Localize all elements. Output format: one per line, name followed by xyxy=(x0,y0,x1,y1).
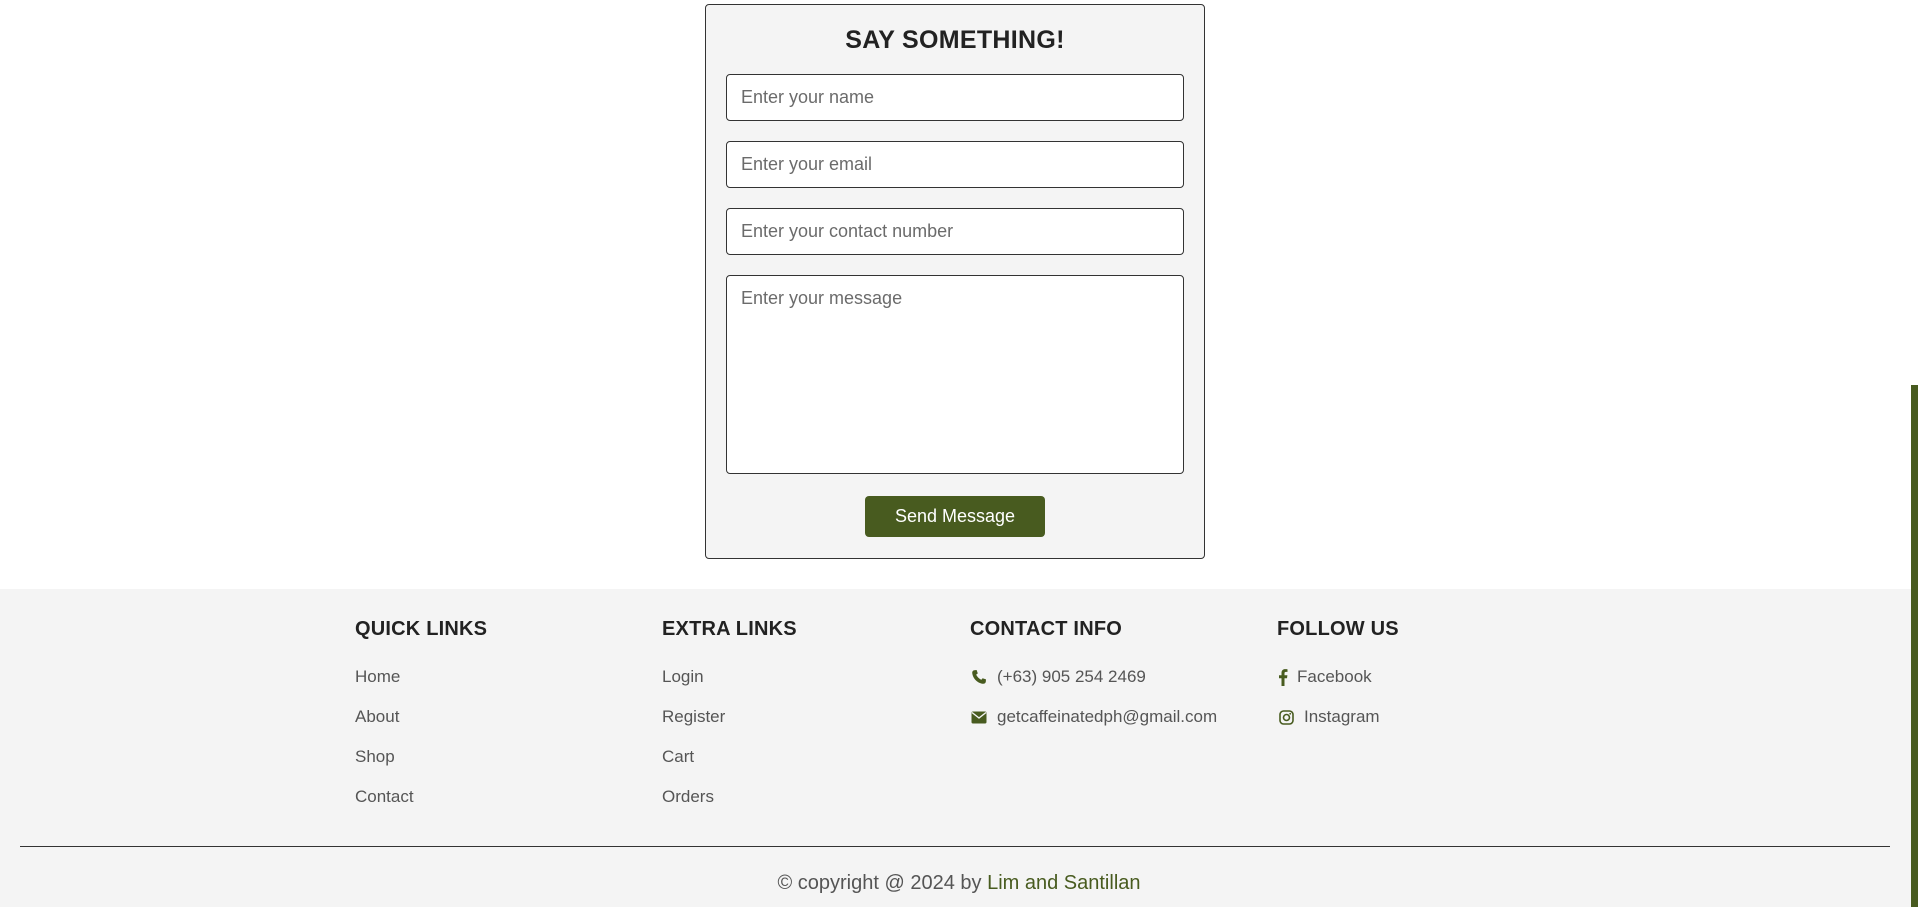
phone-icon xyxy=(970,668,988,686)
follow-us-heading: FOLLOW US xyxy=(1277,618,1399,640)
footer-link-register[interactable]: Register xyxy=(662,697,962,737)
footer-link-orders[interactable]: Orders xyxy=(662,777,962,817)
footer: QUICK LINKS Home About Shop Contact EXTR… xyxy=(0,589,1918,907)
facebook-label: Facebook xyxy=(1297,667,1372,686)
footer-divider xyxy=(20,846,1890,847)
form-title: SAY SOMETHING! xyxy=(845,26,1065,54)
email-input[interactable] xyxy=(726,141,1184,188)
copyright-text: © copyright @ 2024 by Lim and Santillan xyxy=(0,872,1918,895)
facebook-icon xyxy=(1277,668,1289,686)
footer-link-about[interactable]: About xyxy=(355,697,655,737)
copyright-author: Lim and Santillan xyxy=(987,872,1141,894)
footer-email-link[interactable]: getcaffeinatedph@gmail.com xyxy=(970,697,1270,737)
message-textarea[interactable] xyxy=(726,275,1184,474)
footer-phone-link[interactable]: (+63) 905 254 2469 xyxy=(970,657,1270,697)
footer-link-shop[interactable]: Shop xyxy=(355,737,655,777)
phone-number: (+63) 905 254 2469 xyxy=(997,667,1146,686)
contact-form: SAY SOMETHING! Send Message xyxy=(705,4,1205,559)
extra-links-heading: EXTRA LINKS xyxy=(662,618,797,640)
instagram-icon xyxy=(1277,708,1295,726)
footer-facebook-link[interactable]: Facebook xyxy=(1277,657,1577,697)
email-address: getcaffeinatedph@gmail.com xyxy=(997,707,1218,726)
scrollbar-thumb[interactable] xyxy=(1911,385,1918,907)
footer-link-contact[interactable]: Contact xyxy=(355,777,655,817)
copyright-prefix: © copyright @ 2024 by xyxy=(777,872,982,894)
footer-link-login[interactable]: Login xyxy=(662,657,962,697)
footer-columns: QUICK LINKS Home About Shop Contact EXTR… xyxy=(0,589,1918,839)
follow-us-column: FOLLOW US Facebook Instagram xyxy=(1277,617,1577,737)
name-input[interactable] xyxy=(726,74,1184,121)
page: SAY SOMETHING! Send Message QUICK LINKS … xyxy=(0,0,1918,907)
footer-link-cart[interactable]: Cart xyxy=(662,737,962,777)
envelope-icon xyxy=(970,708,988,726)
footer-instagram-link[interactable]: Instagram xyxy=(1277,697,1577,737)
contact-number-input[interactable] xyxy=(726,208,1184,255)
instagram-label: Instagram xyxy=(1304,707,1380,726)
extra-links-column: EXTRA LINKS Login Register Cart Orders xyxy=(662,617,962,817)
send-message-button[interactable]: Send Message xyxy=(865,496,1045,537)
quick-links-column: QUICK LINKS Home About Shop Contact xyxy=(355,617,655,817)
quick-links-heading: QUICK LINKS xyxy=(355,618,488,640)
contact-info-column: CONTACT INFO (+63) 905 254 2469 getcaffe… xyxy=(970,617,1270,737)
footer-link-home[interactable]: Home xyxy=(355,657,655,697)
contact-info-heading: CONTACT INFO xyxy=(970,618,1123,640)
